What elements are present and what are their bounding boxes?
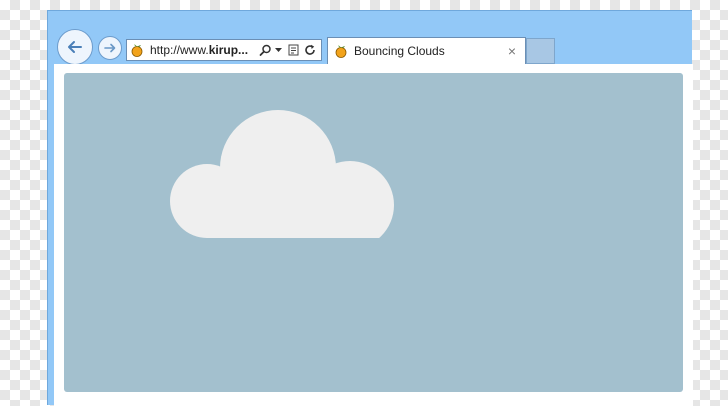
url-prefix: http://www.	[150, 43, 209, 57]
page-content-frame	[54, 64, 693, 406]
compatibility-icon[interactable]	[288, 44, 299, 56]
url-domain: kirup...	[208, 43, 249, 57]
fruit-favicon-icon	[130, 43, 144, 57]
url-text[interactable]: http://www.kirup...	[150, 43, 254, 57]
dropdown-arrow-icon[interactable]	[275, 47, 282, 53]
back-arrow-icon	[68, 41, 82, 53]
fruit-favicon-icon	[334, 44, 348, 58]
cloud-icon	[170, 110, 394, 238]
tab-title: Bouncing Clouds	[354, 44, 445, 58]
address-bar[interactable]: http://www.kirup...	[126, 39, 322, 61]
cloud-canvas	[64, 73, 683, 392]
close-tab-button[interactable]: ×	[503, 43, 521, 59]
tab-bouncing-clouds[interactable]: Bouncing Clouds ×	[327, 37, 526, 64]
forward-button[interactable]	[98, 36, 122, 60]
search-icon[interactable]	[259, 44, 272, 57]
browser-window: http://www.kirup... Bouncing Clouds ×	[47, 10, 693, 406]
new-tab-button[interactable]	[526, 38, 555, 64]
back-button[interactable]	[57, 29, 93, 65]
forward-arrow-icon	[104, 43, 116, 53]
refresh-icon[interactable]	[304, 44, 316, 56]
